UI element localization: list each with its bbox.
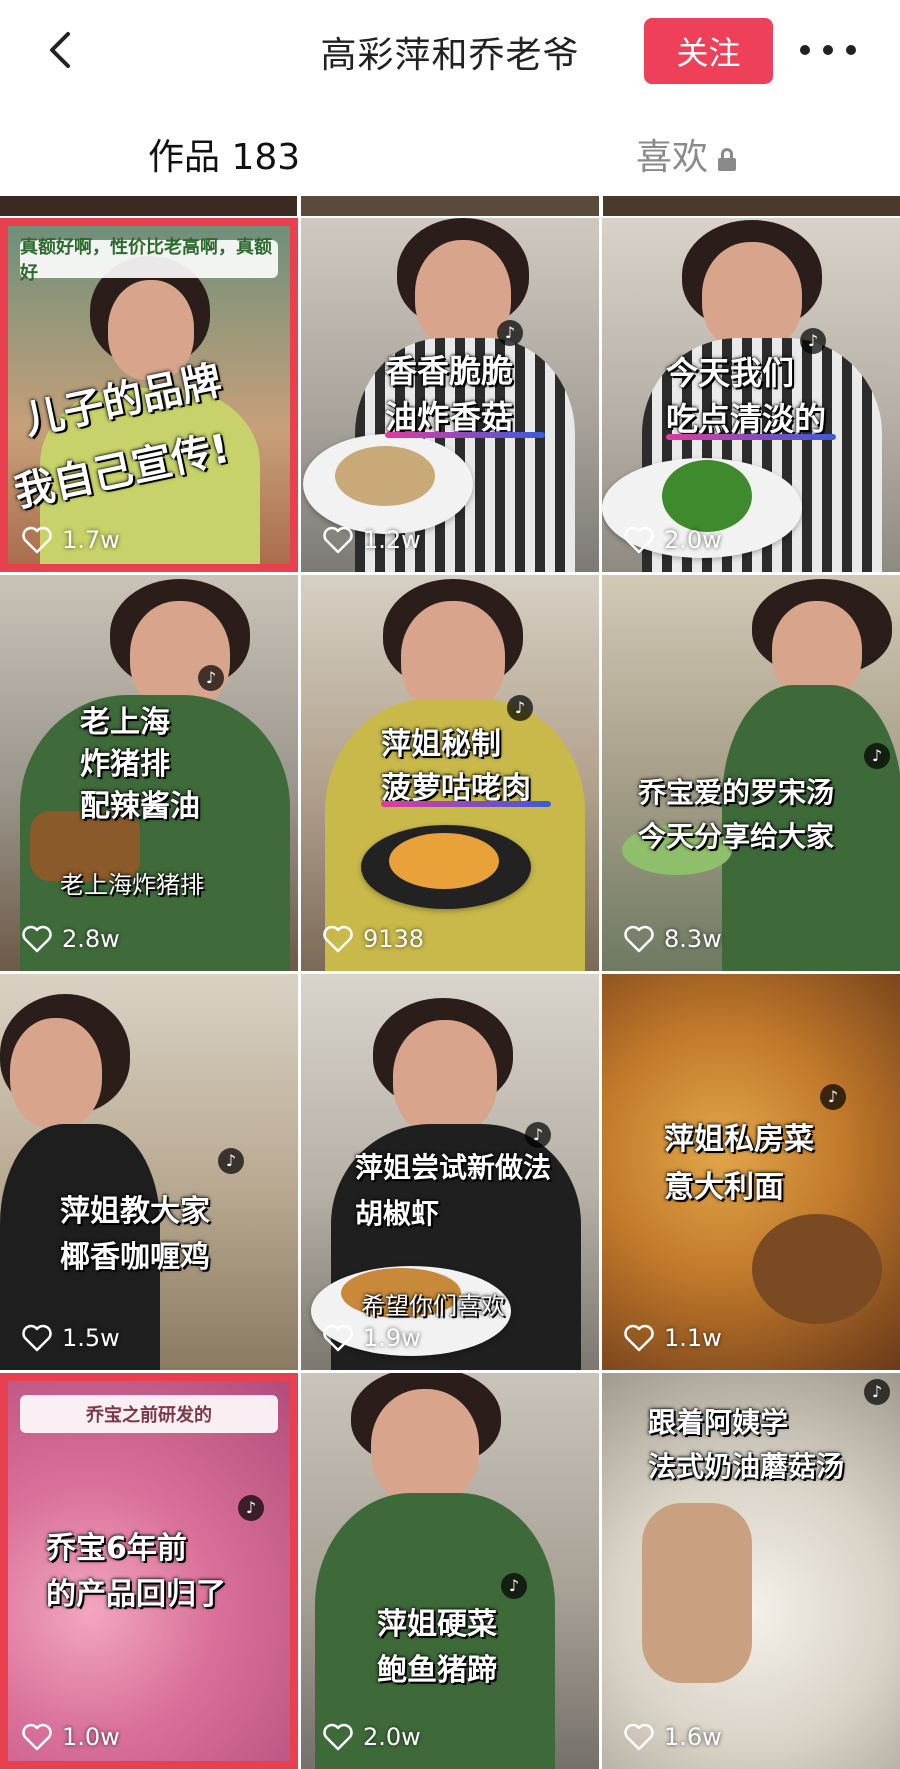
like-count-value: 1.1w (664, 1324, 722, 1352)
video-tile[interactable]: ♪ 今天我们 吃点清淡的 2.0w (602, 218, 900, 572)
tab-likes[interactable]: 喜欢 (636, 128, 737, 180)
video-tile[interactable]: ♪ 萍姐秘制 菠萝咕咾肉 9138 (301, 575, 599, 971)
tiktok-icon: ♪ (501, 1573, 527, 1599)
video-grid: 真额好啊，性价比老高啊，真额好 儿子的品牌 我自己宣传! 1.7w ♪ 香香脆脆… (0, 196, 900, 1769)
video-caption: 萍姐教大家 (60, 1194, 210, 1229)
like-count: 2.0w (323, 1723, 421, 1751)
like-count-value: 1.5w (62, 1324, 120, 1352)
like-count: 1.7w (22, 526, 120, 554)
follow-button[interactable]: 关注 (644, 18, 773, 84)
video-caption: 香香脆脆 (385, 352, 514, 390)
heart-icon (323, 526, 353, 554)
video-tile[interactable]: ♪ 萍姐尝试新做法 胡椒虾 希望你们喜欢 1.9w (301, 974, 599, 1370)
video-subcaption: 希望你们喜欢 (361, 1292, 505, 1320)
tiktok-icon: ♪ (525, 1122, 551, 1148)
top-bar: 高彩萍和乔老爷 关注 (0, 0, 900, 100)
like-count: 1.6w (624, 1723, 722, 1751)
video-top-banner: 真额好啊，性价比老高啊，真额好 (20, 237, 278, 284)
like-count-value: 1.9w (363, 1324, 421, 1352)
tiktok-icon: ♪ (864, 743, 890, 769)
tab-works[interactable]: 作品 183 (148, 128, 300, 180)
video-caption: 萍姐秘制 (381, 727, 501, 762)
heart-icon (624, 925, 654, 953)
video-tile[interactable]: 乔宝之前研发的 ♪ 乔宝6年前 的产品回归了 1.0w (0, 1373, 298, 1769)
video-tile[interactable]: ♪ 香香脆脆 油炸香菇 1.2w (301, 218, 599, 572)
video-caption: 萍姐硬菜 (377, 1607, 497, 1642)
video-tile[interactable]: ♪ 萍姐硬菜 鲍鱼猪蹄 2.0w (301, 1373, 599, 1769)
more-options-icon[interactable] (800, 32, 856, 68)
tiktok-icon: ♪ (198, 665, 224, 691)
heart-icon (624, 1324, 654, 1352)
like-count: 1.9w (323, 1324, 421, 1352)
previous-row-strip (0, 196, 900, 216)
heart-icon (323, 1723, 353, 1751)
video-caption: 老上海 (80, 705, 170, 740)
heart-icon (624, 1723, 654, 1751)
heart-icon (323, 925, 353, 953)
video-caption: 鲍鱼猪蹄 (377, 1653, 497, 1688)
caption-underline (381, 801, 551, 807)
video-caption: 今天我们 (666, 354, 795, 392)
like-count-value: 1.6w (664, 1723, 722, 1751)
video-caption: 乔宝6年前 (46, 1531, 187, 1566)
caption-underline (666, 434, 836, 440)
video-caption: 跟着阿姨学 (648, 1406, 789, 1439)
tiktok-icon: ♪ (507, 695, 533, 721)
like-count-value: 2.0w (363, 1723, 421, 1751)
video-subcaption: 老上海炸猪排 (60, 871, 204, 899)
like-count-value: 1.0w (62, 1723, 120, 1751)
caption-underline (385, 432, 545, 438)
video-tile[interactable]: ♪ 萍姐私房菜 意大利面 1.1w (602, 974, 900, 1370)
like-count: 9138 (323, 925, 424, 953)
like-count: 1.1w (624, 1324, 722, 1352)
like-count-value: 2.8w (62, 925, 120, 953)
like-count: 2.8w (22, 925, 120, 953)
video-caption: 法式奶油蘑菇汤 (648, 1450, 845, 1483)
video-caption: 萍姐尝试新做法 (355, 1151, 552, 1184)
like-count: 1.0w (22, 1723, 120, 1751)
like-count-value: 1.2w (363, 526, 421, 554)
like-count: 2.0w (624, 526, 722, 554)
heart-icon (22, 1324, 52, 1352)
heart-icon (22, 925, 52, 953)
like-count-value: 1.7w (62, 526, 120, 554)
tiktok-icon: ♪ (238, 1495, 264, 1521)
lock-icon (718, 148, 737, 171)
video-caption: 椰香咖喱鸡 (60, 1240, 210, 1275)
tiktok-icon: ♪ (800, 328, 826, 354)
heart-icon (624, 526, 654, 554)
video-tile[interactable]: 真额好啊，性价比老高啊，真额好 儿子的品牌 我自己宣传! 1.7w (0, 218, 298, 572)
like-count-value: 2.0w (664, 526, 722, 554)
tab-likes-label: 喜欢 (636, 137, 709, 178)
video-tile[interactable]: ♪ 老上海 炸猪排 配辣酱油 老上海炸猪排 2.8w (0, 575, 298, 971)
video-caption: 的产品回归了 (46, 1577, 226, 1612)
video-caption: 胡椒虾 (355, 1197, 440, 1230)
like-count-value: 9138 (363, 925, 425, 953)
video-top-banner: 乔宝之前研发的 (20, 1395, 278, 1433)
heart-icon (22, 526, 52, 554)
video-tile[interactable]: ♪ 乔宝爱的罗宋汤 今天分享给大家 8.3w (602, 575, 900, 971)
video-tile[interactable]: ♪ 萍姐教大家 椰香咖喱鸡 1.5w (0, 974, 298, 1370)
tiktok-icon: ♪ (820, 1084, 846, 1110)
heart-icon (22, 1723, 52, 1751)
video-tile[interactable]: ♪ 跟着阿姨学 法式奶油蘑菇汤 1.6w (602, 1373, 900, 1769)
video-caption: 配辣酱油 (80, 789, 200, 824)
heart-icon (323, 1324, 353, 1352)
tiktok-icon: ♪ (218, 1148, 244, 1174)
video-caption: 乔宝爱的罗宋汤 (638, 776, 835, 809)
profile-tabs: 作品 183 喜欢 (0, 100, 900, 196)
video-caption: 炸猪排 (80, 747, 170, 782)
like-count: 1.5w (22, 1324, 120, 1352)
video-caption: 今天分享给大家 (638, 820, 835, 853)
like-count-value: 8.3w (664, 925, 722, 953)
like-count: 1.2w (323, 526, 421, 554)
like-count: 8.3w (624, 925, 722, 953)
video-caption: 意大利面 (664, 1170, 784, 1205)
tiktok-icon: ♪ (497, 320, 523, 346)
video-caption: 萍姐私房菜 (664, 1122, 814, 1157)
tiktok-icon: ♪ (864, 1379, 890, 1405)
